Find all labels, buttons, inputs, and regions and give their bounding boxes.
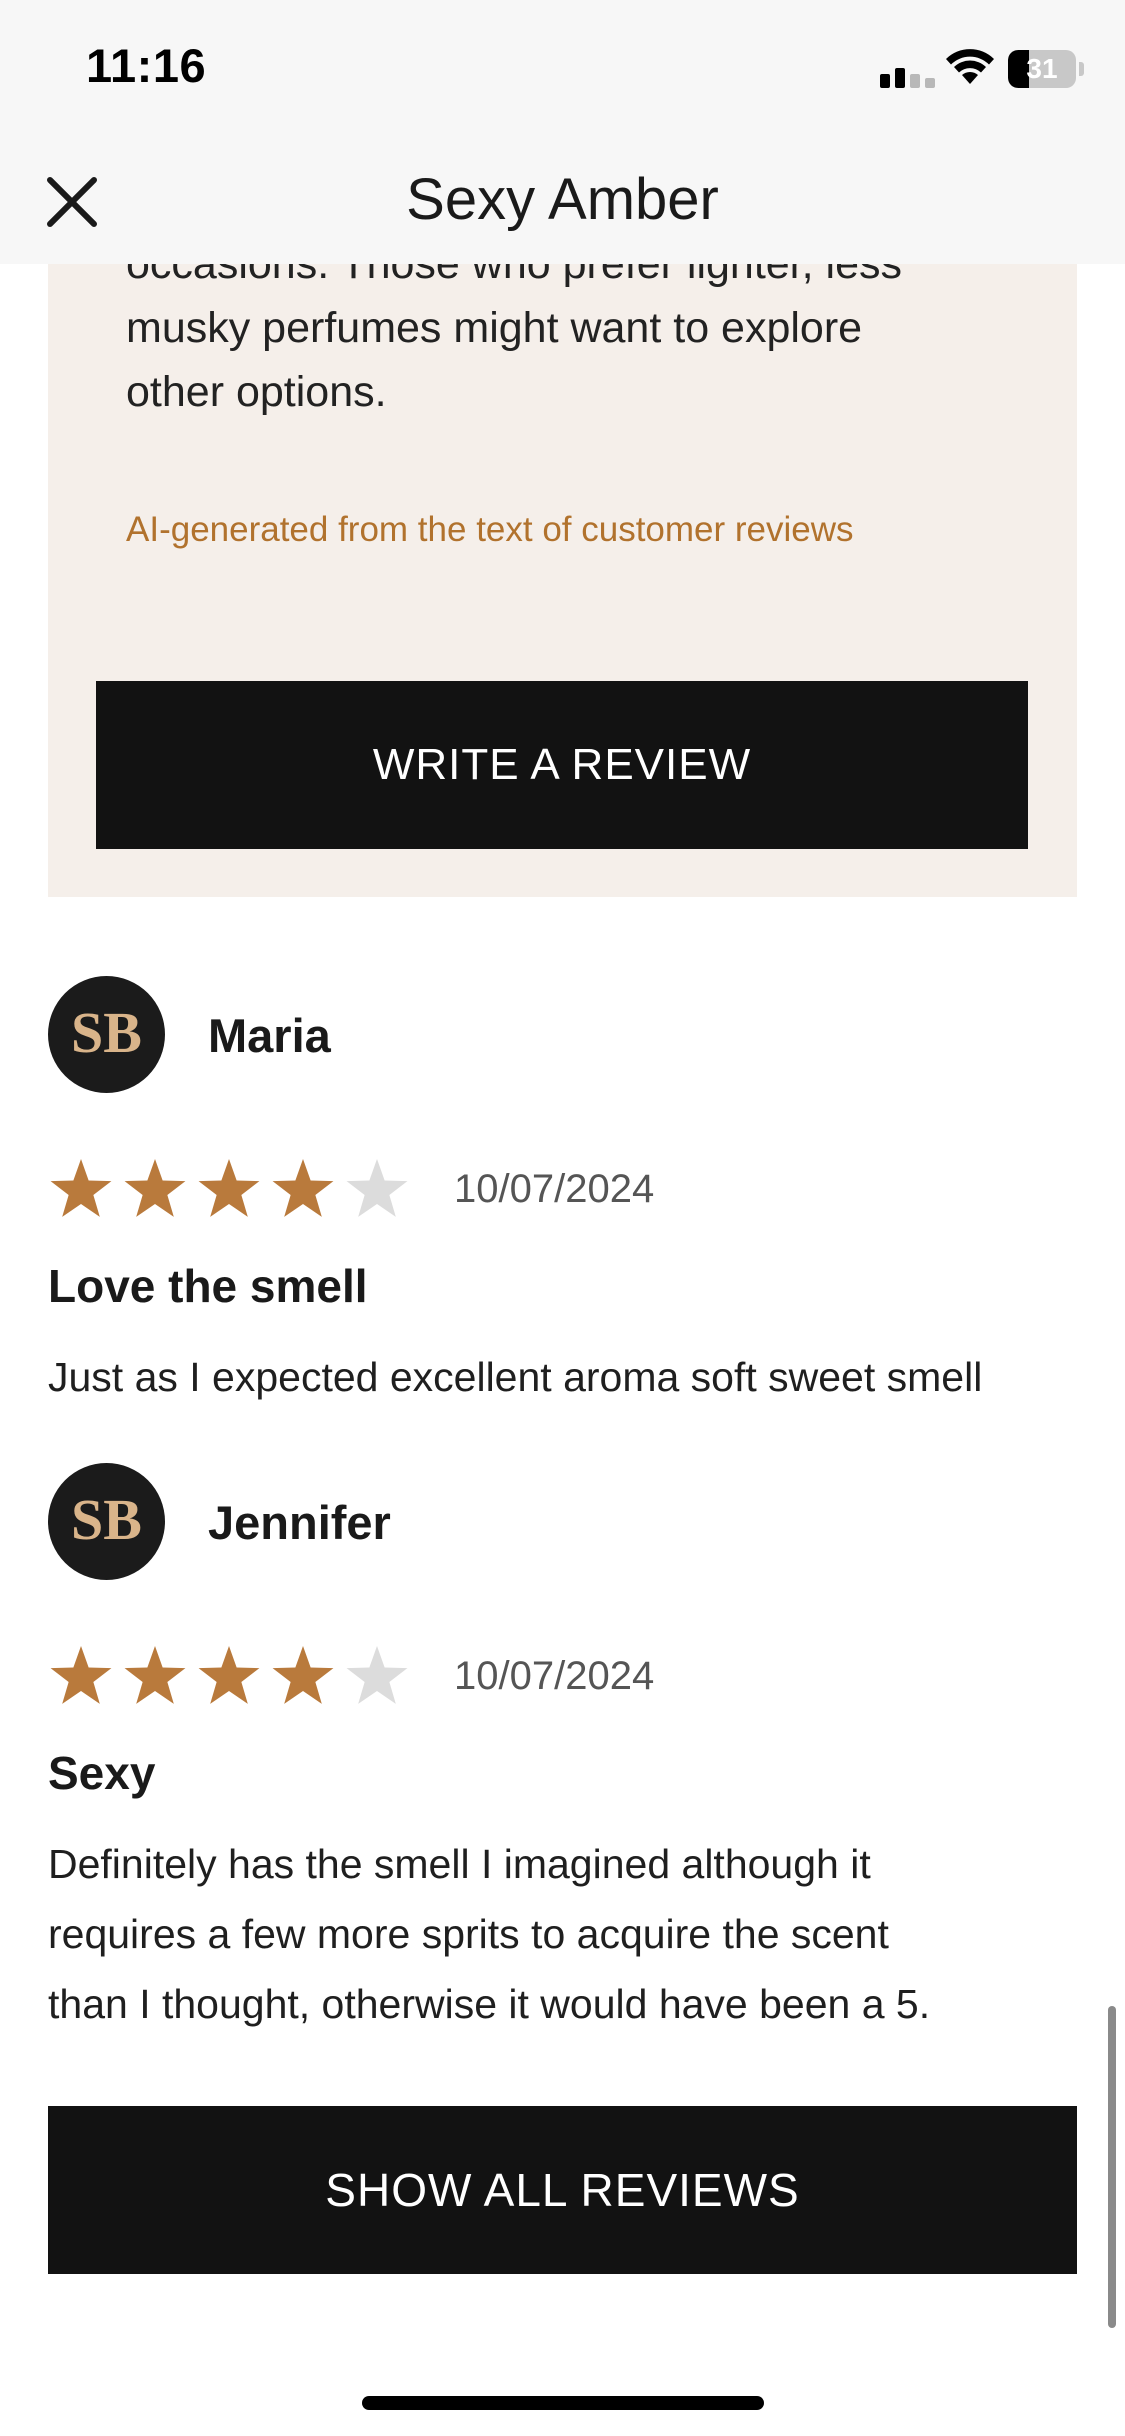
star-filled-icon: [50, 1159, 112, 1217]
review-body: Definitely has the smell I imagined alth…: [48, 1829, 1093, 2039]
avatar: SB: [48, 1463, 165, 1580]
reviewer-name: Jennifer: [208, 1496, 391, 1549]
star-filled-icon: [198, 1646, 260, 1704]
page-title: Sexy Amber: [406, 167, 719, 232]
nav-header: Sexy Amber: [0, 140, 1125, 264]
star-filled-icon: [124, 1159, 186, 1217]
show-all-reviews-button[interactable]: SHOW ALL REVIEWS: [48, 2106, 1077, 2274]
battery-level: 31: [1026, 53, 1058, 84]
review-title: Love the smell: [48, 1260, 368, 1312]
cellular-signal-icon: [880, 68, 935, 88]
review-body-line: Definitely has the smell I imagined alth…: [48, 1841, 871, 1887]
summary-text-line: musky perfumes might want to explore: [126, 304, 863, 352]
brand-logo-icon: SB: [71, 1487, 142, 1552]
review-item: SB Jennifer 10/07/2024 Sexy Definitely h…: [48, 1463, 1088, 2043]
summary-text-line: other options.: [126, 368, 387, 416]
star-filled-icon: [272, 1646, 334, 1704]
review-date: 10/07/2024: [454, 1167, 655, 1211]
star-filled-icon: [198, 1159, 260, 1217]
star-filled-icon: [124, 1646, 186, 1704]
ai-summary-card: occasions. Those who prefer lighter, les…: [48, 200, 1077, 897]
review-body-line: Just as I expected excellent aroma soft …: [48, 1354, 983, 1400]
review-title: Sexy: [48, 1747, 156, 1799]
star-rating: [48, 1643, 418, 1713]
star-empty-icon: [346, 1646, 408, 1704]
svg-text:SB: SB: [71, 1000, 142, 1065]
write-review-button[interactable]: WRITE A REVIEW: [96, 681, 1028, 849]
scrollbar[interactable]: [1108, 2006, 1116, 2328]
star-filled-icon: [272, 1159, 334, 1217]
battery-icon: 31: [1008, 50, 1084, 88]
svg-text:SB: SB: [71, 1487, 142, 1552]
review-body: Just as I expected excellent aroma soft …: [48, 1342, 1093, 1412]
status-bar: 11:16 31: [0, 0, 1125, 140]
status-time: 11:16: [86, 39, 207, 92]
star-empty-icon: [346, 1159, 408, 1217]
star-filled-icon: [50, 1646, 112, 1704]
reviewer-name: Maria: [208, 1009, 331, 1062]
home-indicator[interactable]: [362, 2396, 764, 2410]
brand-logo-icon: SB: [71, 1000, 142, 1065]
wifi-icon: [946, 49, 994, 84]
review-item: SB Maria 10/07/2024 Love the smell Just …: [48, 976, 1088, 1416]
review-body-line: requires a few more sprits to acquire th…: [48, 1911, 889, 1957]
review-body-line: than I thought, otherwise it would have …: [48, 1981, 931, 2027]
ai-generated-note: AI-generated from the text of customer r…: [126, 510, 854, 549]
star-rating: [48, 1156, 418, 1226]
avatar: SB: [48, 976, 165, 1093]
review-date: 10/07/2024: [454, 1654, 655, 1698]
